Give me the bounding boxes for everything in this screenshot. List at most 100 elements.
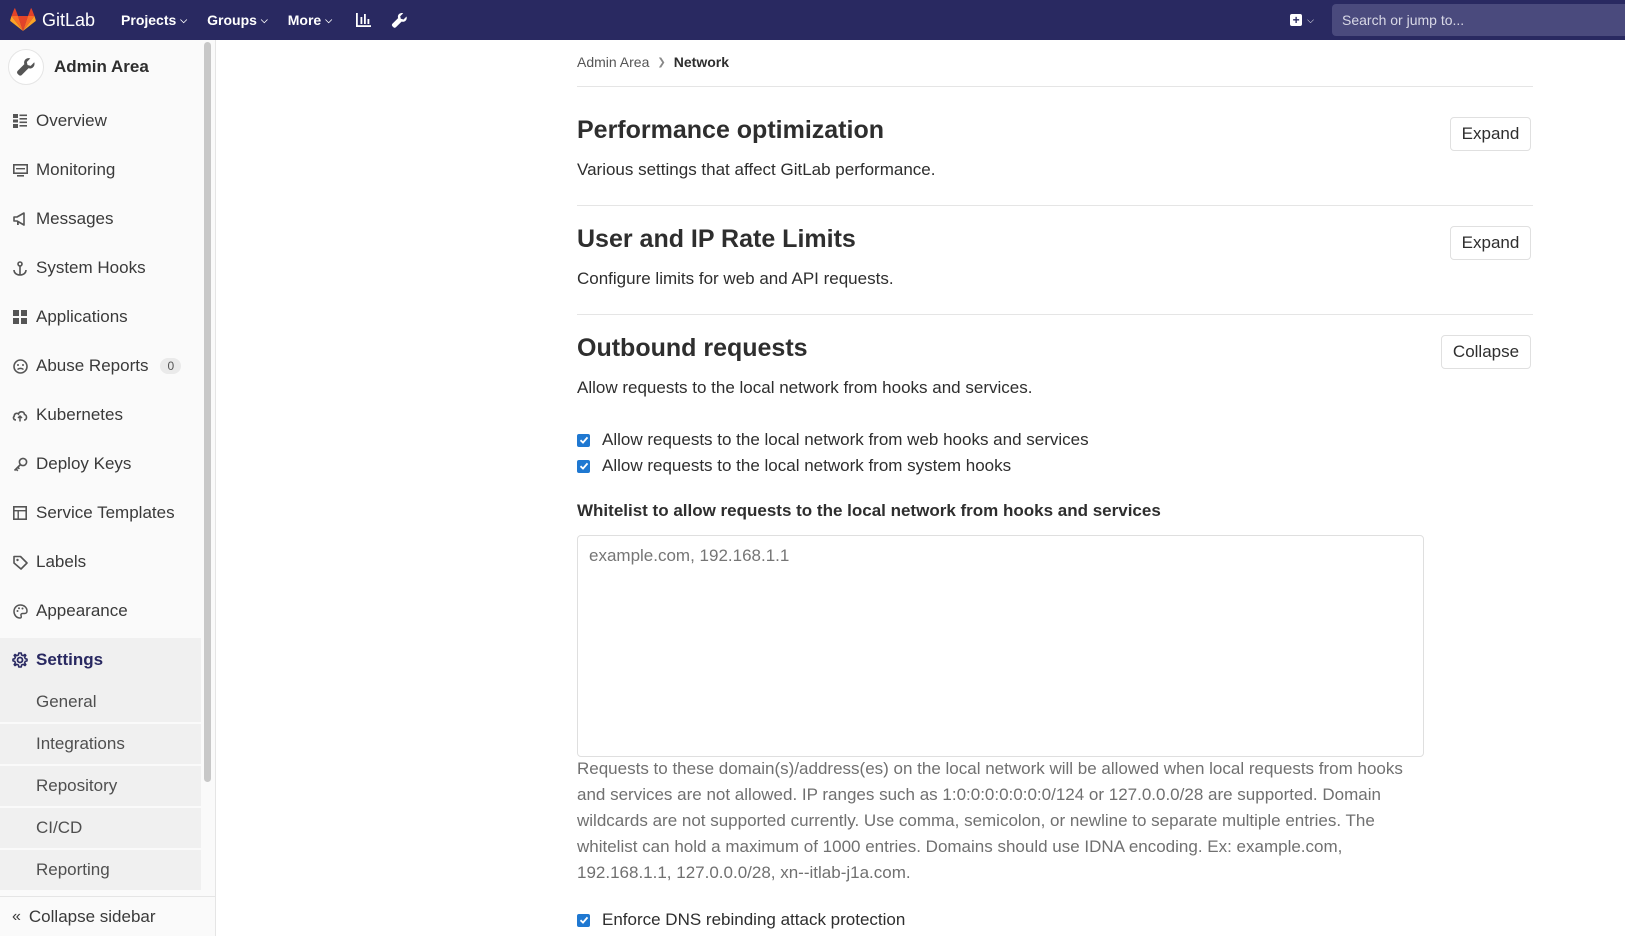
dns-rebinding-label: Enforce DNS rebinding attack protection [602, 910, 906, 929]
admin-wrench-icon[interactable] [384, 0, 414, 40]
checkmark-icon [579, 436, 588, 444]
section-desc-outbound: Allow requests to the local network from… [577, 378, 1033, 397]
allow-web-hooks-label: Allow requests to the local network from… [602, 430, 1089, 449]
admin-sidebar: Admin Area Overview Monitoring Messages … [0, 40, 216, 936]
double-chevron-left-icon: « [12, 907, 21, 925]
nav-groups-dropdown[interactable]: Groups ⌵ [197, 0, 278, 40]
allow-web-hooks-checkbox-row[interactable]: Allow requests to the local network from… [577, 430, 1089, 450]
dns-rebinding-checkbox[interactable] [577, 913, 590, 927]
sidebar-item-label: System Hooks [36, 258, 146, 277]
new-item-dropdown[interactable]: + ⌵ [1290, 14, 1314, 26]
section-title-outbound: Outbound requests [577, 334, 808, 362]
gear-icon [12, 652, 28, 668]
nav-projects-dropdown[interactable]: Projects ⌵ [111, 0, 197, 40]
apps-grid-icon [12, 309, 28, 325]
collapse-sidebar-label: Collapse sidebar [28, 906, 156, 926]
palette-icon [12, 603, 28, 619]
navbar-right: + ⌵ Search or jump to... [1290, 0, 1625, 40]
sidebar-item-overview[interactable]: Overview [0, 99, 201, 143]
sidebar-scrollbar[interactable] [204, 42, 211, 782]
sidebar-item-system-hooks[interactable]: System Hooks [0, 246, 201, 290]
top-navbar: GitLab Projects ⌵ Groups ⌵ More ⌵ + ⌵ Se… [0, 0, 1625, 40]
dns-rebinding-checkbox-row[interactable]: Enforce DNS rebinding attack protection [577, 910, 905, 930]
chevron-down-icon: ⌵ [260, 14, 268, 25]
smiley-icon [12, 358, 28, 374]
divider [577, 86, 1533, 87]
sidebar-item-label: Labels [36, 552, 87, 571]
sidebar-subitem-ci-cd[interactable]: CI/CD [0, 808, 201, 848]
nav-projects-label: Projects [121, 12, 177, 28]
nav-groups-label: Groups [207, 12, 257, 28]
sidebar-item-kubernetes[interactable]: Kubernetes [0, 393, 201, 437]
search-placeholder: Search or jump to... [1342, 12, 1465, 28]
divider [577, 314, 1533, 315]
collapse-sidebar-button[interactable]: « Collapse sidebar [0, 896, 215, 936]
sidebar-subitem-label: Integrations [36, 734, 125, 753]
breadcrumb-current[interactable]: Network [674, 54, 729, 70]
overview-icon [12, 113, 28, 129]
sidebar-item-labels[interactable]: Labels [0, 540, 201, 584]
sidebar-item-label: Monitoring [36, 160, 116, 179]
brand-name: GitLab [42, 9, 96, 30]
section-title-performance: Performance optimization [577, 116, 884, 144]
sidebar-item-label: Messages [36, 209, 114, 228]
chevron-down-icon: ⌵ [180, 14, 188, 25]
allow-system-hooks-checkbox-row[interactable]: Allow requests to the local network from… [577, 456, 1011, 476]
checkmark-icon [579, 916, 588, 924]
sidebar-subitem-repository[interactable]: Repository [0, 766, 201, 806]
sidebar-subitem-label: Repository [36, 776, 118, 795]
nav-more-label: More [287, 12, 322, 28]
section-desc-performance: Various settings that affect GitLab perf… [577, 160, 936, 179]
chevron-down-icon: ⌵ [1307, 14, 1314, 25]
collapse-outbound-button[interactable]: Collapse [1441, 335, 1531, 369]
allow-web-hooks-checkbox[interactable] [577, 433, 590, 447]
sidebar-item-messages[interactable]: Messages [0, 197, 201, 241]
template-icon [12, 505, 28, 521]
sidebar-item-label: Service Templates [36, 503, 175, 522]
section-title-rate-limits: User and IP Rate Limits [577, 225, 856, 253]
sidebar-subitem-general[interactable]: General [0, 682, 201, 722]
chevron-down-icon: ⌵ [325, 14, 333, 25]
sidebar-subitem-reporting[interactable]: Reporting [0, 850, 201, 890]
sidebar-subitem-label: CI/CD [36, 818, 83, 837]
sidebar-item-label: Appearance [36, 601, 128, 620]
monitor-icon [12, 162, 28, 178]
activity-chart-icon[interactable] [348, 0, 378, 40]
sidebar-item-label: Kubernetes [36, 405, 123, 424]
plus-square-icon: + [1290, 14, 1303, 26]
sidebar-title: Admin Area [54, 57, 149, 76]
sidebar-item-label: Abuse Reports [36, 356, 149, 375]
expand-rate-limits-button[interactable]: Expand [1450, 226, 1531, 260]
search-input[interactable]: Search or jump to... [1332, 4, 1625, 36]
gitlab-tanuki-icon [10, 8, 36, 31]
admin-wrench-icon [8, 49, 44, 85]
sidebar-item-deploy-keys[interactable]: Deploy Keys [0, 442, 201, 486]
cloud-icon [12, 407, 28, 423]
allow-system-hooks-label: Allow requests to the local network from… [602, 456, 1012, 475]
breadcrumb: Admin Area ❯ Network [577, 54, 729, 70]
whitelist-help-text: Requests to these domain(s)/address(es) … [577, 759, 1403, 882]
sidebar-item-settings[interactable]: Settings [0, 638, 201, 682]
nav-more-dropdown[interactable]: More ⌵ [278, 0, 342, 40]
expand-performance-button[interactable]: Expand [1450, 117, 1531, 151]
whitelist-textarea[interactable] [577, 535, 1424, 757]
breadcrumb-parent-link[interactable]: Admin Area [577, 54, 649, 70]
sidebar-subitem-label: Reporting [36, 860, 110, 879]
sidebar-item-monitoring[interactable]: Monitoring [0, 148, 201, 192]
sidebar-item-label: Deploy Keys [36, 454, 132, 473]
sidebar-item-appearance[interactable]: Appearance [0, 589, 201, 633]
sidebar-item-label: Overview [36, 111, 107, 130]
section-desc-rate-limits: Configure limits for web and API request… [577, 269, 894, 288]
gitlab-logo[interactable]: GitLab [10, 0, 95, 40]
sidebar-item-label: Applications [36, 307, 128, 326]
checkmark-icon [579, 462, 588, 470]
sidebar-subitem-integrations[interactable]: Integrations [0, 724, 201, 764]
sidebar-item-service-templates[interactable]: Service Templates [0, 491, 201, 535]
allow-system-hooks-checkbox[interactable] [577, 459, 590, 473]
anchor-icon [12, 260, 28, 276]
sidebar-header[interactable]: Admin Area [0, 40, 215, 94]
sidebar-item-applications[interactable]: Applications [0, 295, 201, 339]
sidebar-item-abuse-reports[interactable]: Abuse Reports 0 [0, 344, 201, 388]
megaphone-icon [12, 211, 28, 227]
key-icon [12, 456, 28, 472]
